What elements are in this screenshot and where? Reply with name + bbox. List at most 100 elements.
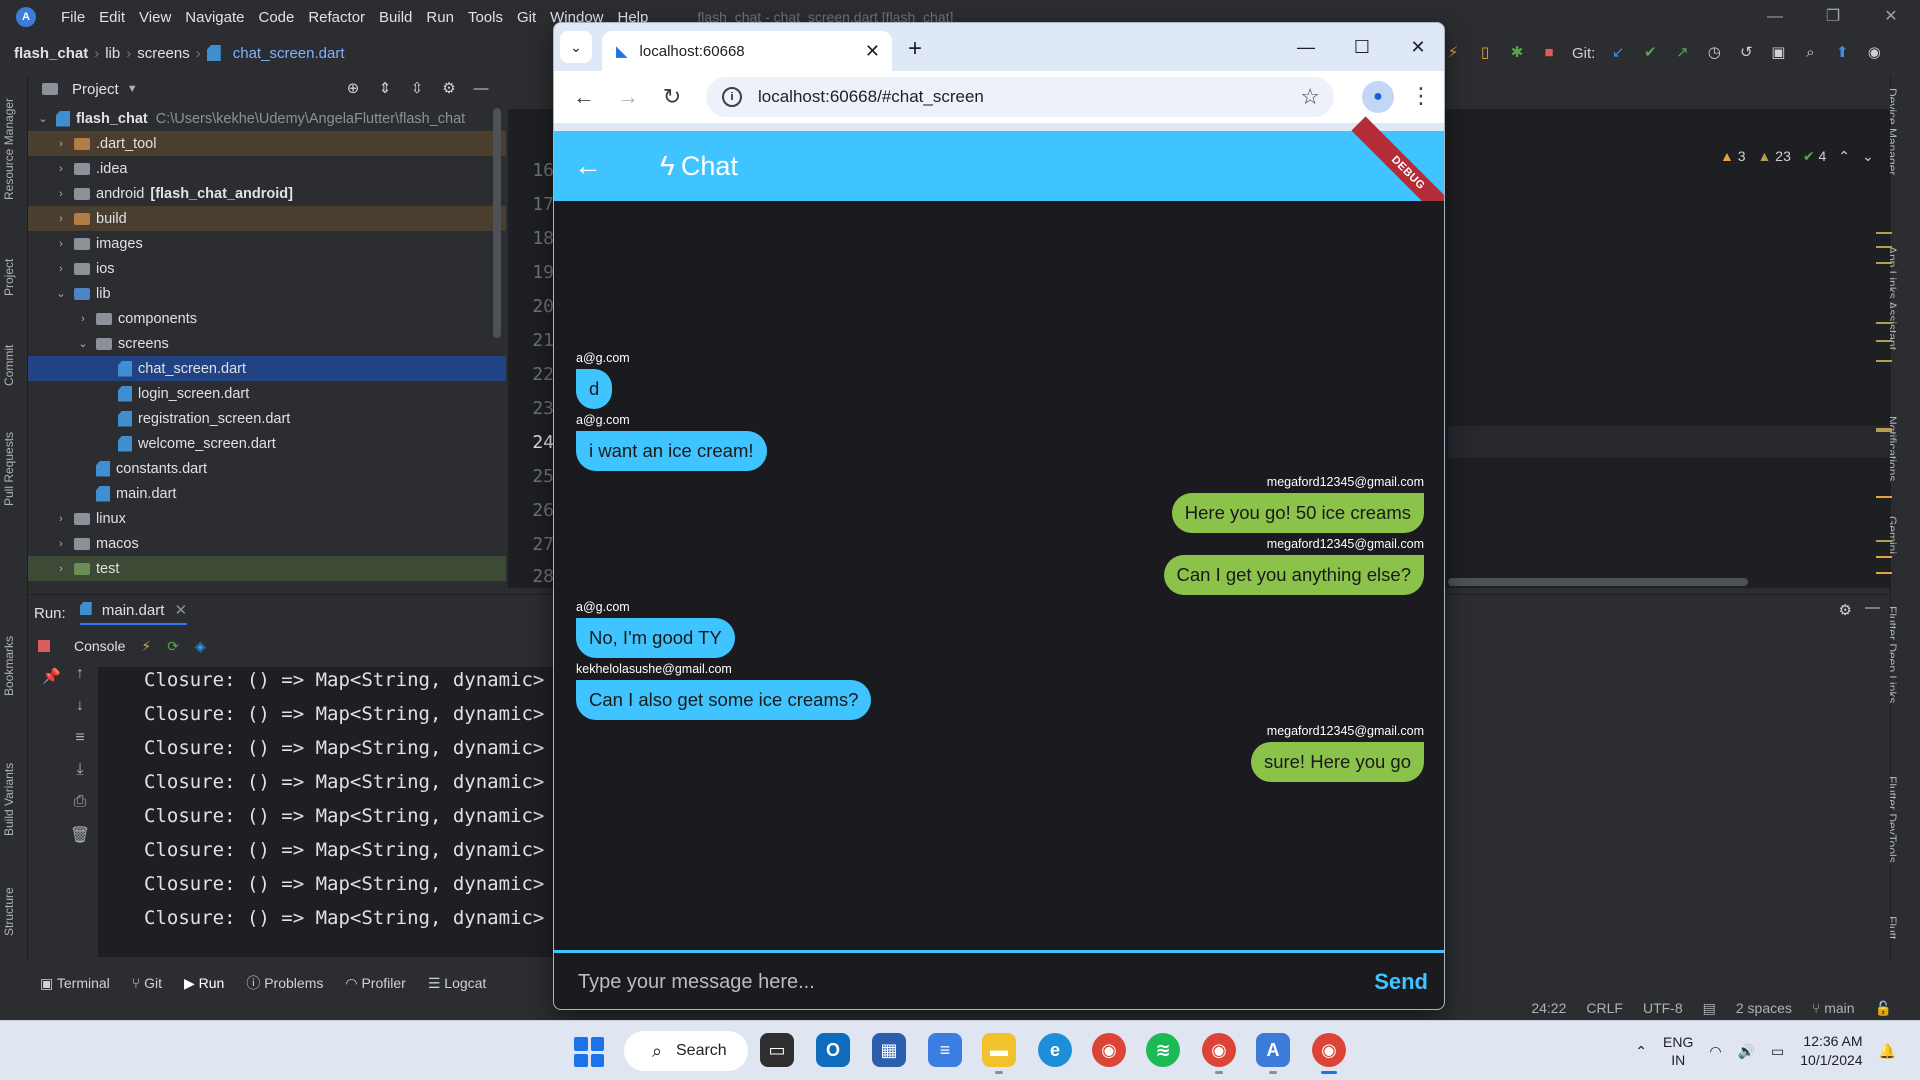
git-update-icon[interactable]: ↙: [1609, 44, 1627, 62]
more-menu-icon[interactable]: ⋮: [1410, 83, 1432, 109]
project-scrollbar[interactable]: [493, 108, 501, 338]
windows-start-icon[interactable]: [574, 1037, 604, 1067]
update-icon[interactable]: ⬆: [1833, 44, 1851, 62]
run-tab-main[interactable]: main.dart ✕: [79, 601, 188, 625]
tree-item-main[interactable]: main.dart: [28, 481, 506, 506]
ok-count[interactable]: ✔ 4: [1803, 148, 1826, 165]
tree-item-android[interactable]: › android [flash_chat_android]: [28, 181, 506, 206]
chevron-up-icon[interactable]: ⌃: [1838, 148, 1850, 165]
chevron-down-icon[interactable]: ⌄: [1862, 148, 1874, 165]
spotify-icon[interactable]: ≋: [1146, 1033, 1180, 1067]
notification-bell-icon[interactable]: 🔔: [1879, 1043, 1896, 1060]
tree-item-test[interactable]: › test: [28, 556, 506, 581]
soft-wrap-icon[interactable]: ≡: [75, 729, 84, 747]
tree-item-login-screen[interactable]: login_screen.dart: [28, 381, 506, 406]
chevron-right-icon[interactable]: ›: [54, 563, 68, 575]
maximize-icon[interactable]: ☐: [1334, 23, 1390, 71]
tab-build-variants[interactable]: Build Variants: [2, 763, 16, 836]
restore-icon[interactable]: ❐: [1804, 0, 1862, 34]
console-tab[interactable]: Console: [74, 638, 125, 654]
chevron-right-icon[interactable]: ›: [54, 188, 68, 200]
profile-avatar-icon[interactable]: ●: [1362, 81, 1394, 113]
tree-item-ios[interactable]: › ios: [28, 256, 506, 281]
notepad-icon[interactable]: ≡: [928, 1033, 962, 1067]
task-view-icon[interactable]: ▭: [760, 1033, 794, 1067]
git-push-icon[interactable]: ↗: [1673, 44, 1691, 62]
chrome-active-icon[interactable]: ◉: [1312, 1033, 1346, 1074]
back-arrow-icon[interactable]: ←: [574, 150, 604, 182]
pin-icon[interactable]: 📌: [42, 667, 61, 685]
chrome-icon[interactable]: ◉: [1092, 1033, 1126, 1067]
chevron-down-icon[interactable]: ⌄: [36, 112, 50, 125]
hide-icon[interactable]: —: [1865, 599, 1880, 616]
chevron-right-icon[interactable]: ›: [54, 163, 68, 175]
git-history-icon[interactable]: ◷: [1705, 44, 1723, 62]
site-info-icon[interactable]: i: [722, 87, 742, 107]
close-tab-icon[interactable]: ✕: [865, 41, 880, 62]
chevron-right-icon[interactable]: ›: [54, 238, 68, 250]
tool-tab-profiler[interactable]: ◠ Profiler: [345, 975, 405, 992]
tool-tab-git[interactable]: ⑂ Git: [132, 975, 162, 991]
chevron-up-icon[interactable]: ⌃: [1635, 1043, 1647, 1060]
chevron-right-icon[interactable]: ›: [76, 313, 90, 325]
breadcrumb-lib[interactable]: lib: [105, 45, 120, 62]
tree-item-root[interactable]: ⌄ flash_chat C:\Users\kekhe\Udemy\Angela…: [28, 106, 506, 131]
tree-item-build[interactable]: › build: [28, 206, 506, 231]
menu-view[interactable]: View: [132, 9, 178, 26]
indent-setting[interactable]: 2 spaces: [1736, 1000, 1792, 1016]
taskbar-search[interactable]: ⌕ Search: [624, 1031, 748, 1071]
edge-icon[interactable]: e: [1038, 1033, 1072, 1067]
menu-code[interactable]: Code: [251, 9, 301, 26]
tree-item-screens[interactable]: ⌄ screens: [28, 331, 506, 356]
chevron-right-icon[interactable]: ›: [54, 513, 68, 525]
gear-icon[interactable]: ⚙: [1839, 601, 1852, 619]
chevron-right-icon[interactable]: ›: [54, 213, 68, 225]
menu-build[interactable]: Build: [372, 9, 419, 26]
arrow-up-icon[interactable]: ↑: [76, 665, 84, 683]
address-bar[interactable]: i localhost:60668/#chat_screen ☆: [706, 77, 1334, 117]
tab-search-button[interactable]: ⌄: [560, 31, 592, 63]
print-icon[interactable]: ⎙: [74, 793, 87, 811]
tree-item-welcome-screen[interactable]: welcome_screen.dart: [28, 431, 506, 456]
menu-edit[interactable]: Edit: [92, 9, 132, 26]
menu-tools[interactable]: Tools: [461, 9, 510, 26]
breadcrumb-file[interactable]: chat_screen.dart: [233, 45, 345, 62]
chevron-down-icon[interactable]: ⌄: [76, 337, 90, 350]
stop-icon[interactable]: [38, 640, 50, 652]
scroll-to-end-icon[interactable]: ⤓: [76, 761, 83, 779]
tree-item-linux[interactable]: › linux: [28, 506, 506, 531]
collapse-all-icon[interactable]: ⇳: [408, 80, 426, 98]
outlook-icon[interactable]: O: [816, 1033, 850, 1067]
tree-item-idea[interactable]: › .idea: [28, 156, 506, 181]
tree-item-images[interactable]: › images: [28, 231, 506, 256]
menu-run[interactable]: Run: [419, 9, 461, 26]
tab-pull-requests[interactable]: Pull Requests: [2, 432, 16, 506]
new-tab-button[interactable]: +: [908, 35, 922, 63]
tree-item-lib[interactable]: ⌄ lib: [28, 281, 506, 306]
hide-icon[interactable]: —: [472, 80, 490, 98]
hot-reload-icon[interactable]: ⚡: [1444, 44, 1462, 62]
device-manager-icon[interactable]: ▣: [1769, 44, 1787, 62]
breadcrumb-project[interactable]: flash_chat: [14, 45, 88, 62]
close-icon[interactable]: ✕: [1862, 0, 1920, 34]
message-list[interactable]: a@g.com d a@g.com i want an ice cream! m…: [554, 201, 1444, 950]
reload-icon[interactable]: ↻: [650, 84, 694, 110]
bookmark-star-icon[interactable]: ☆: [1300, 84, 1320, 110]
tree-item-registration-screen[interactable]: registration_screen.dart: [28, 406, 506, 431]
weak-warning-count[interactable]: ▲ 23: [1758, 148, 1791, 165]
volume-icon[interactable]: 🔊: [1738, 1043, 1755, 1060]
arrow-down-icon[interactable]: ↓: [76, 697, 84, 715]
browser-tab-active[interactable]: ◣ localhost:60668 ✕: [602, 31, 892, 71]
language-indicator[interactable]: ENG IN: [1663, 1033, 1693, 1069]
chevron-right-icon[interactable]: ›: [54, 263, 68, 275]
tree-item-macos[interactable]: › macos: [28, 531, 506, 556]
microsoft-store-icon[interactable]: ▦: [872, 1033, 906, 1067]
send-button[interactable]: Send: [1374, 969, 1428, 995]
hot-restart-icon[interactable]: ⟳: [167, 638, 179, 655]
close-icon[interactable]: ✕: [175, 602, 188, 619]
lock-icon[interactable]: ▤: [1703, 1000, 1716, 1017]
chevron-down-icon[interactable]: ▼: [127, 83, 138, 95]
git-branch-widget[interactable]: ⑂ main: [1812, 1000, 1855, 1016]
chevron-right-icon[interactable]: ›: [54, 538, 68, 550]
trash-icon[interactable]: 🗑: [70, 825, 90, 845]
